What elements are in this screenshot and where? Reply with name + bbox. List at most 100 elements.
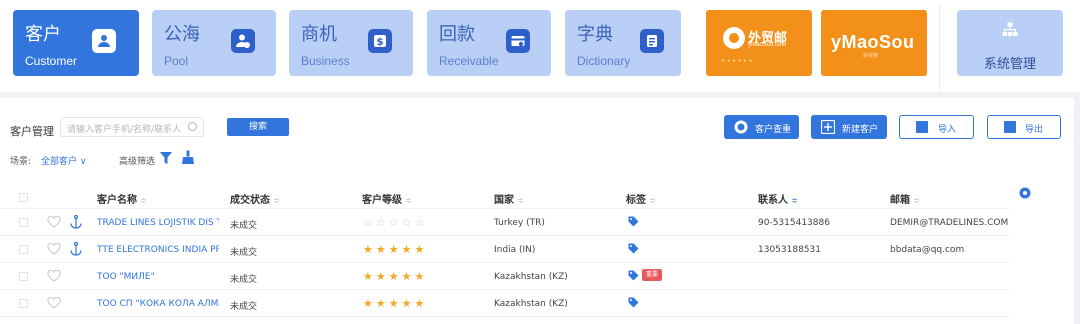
deal-status: 未成交 [230, 248, 258, 258]
customer-level-stars[interactable]: ☆☆☆☆☆ [363, 216, 427, 229]
deal-status: 未成交 [230, 275, 258, 285]
search-input[interactable]: 请输入客户手机/名称/联系人 [60, 117, 204, 137]
table-header: 客户名称 ≑ 成交状态 ≑ 客户等级 ≑ 国家 ≑ 标签 ≑ 联系人 ≑ 邮箱 ≑ [0, 183, 1010, 209]
favorite-heart-icon[interactable] [47, 297, 61, 309]
country: Kazakhstan (KZ) [494, 272, 568, 282]
module-label-en: Customer [25, 54, 78, 68]
customer-level-stars[interactable]: ★★★★★ [363, 243, 427, 256]
sort-icon: ≑ [517, 196, 524, 205]
table-row[interactable]: TRADE LINES LOJISTIK DIS T... 未成交 ☆☆☆☆☆ Tur… [0, 209, 1010, 236]
customer-level-stars[interactable]: ★★★★★ [363, 297, 427, 310]
search-placeholder: 请输入客户手机/名称/联系人 [67, 125, 182, 135]
clear-filter-icon[interactable] [181, 150, 195, 165]
module-system-management[interactable]: 系统管理 [957, 10, 1063, 76]
brand-dots-decoration: •••••• [722, 58, 755, 65]
column-settings-gear-icon[interactable] [1019, 187, 1031, 199]
import-button[interactable]: 导入 [899, 115, 974, 139]
button-label: 新建客户 [842, 125, 879, 135]
divider [939, 4, 940, 90]
right-gutter [1074, 92, 1080, 324]
module-business[interactable]: 商机 Business $ [289, 10, 413, 76]
column-header-country[interactable]: 国家 ≑ [494, 191, 524, 206]
module-customer[interactable]: 客户 Customer [13, 10, 139, 76]
row-checkbox[interactable] [19, 245, 28, 254]
waimaoyou-brand-tile[interactable]: 外贸邮 yMaoSou.com •••••• [706, 10, 812, 76]
business-icon: $ [368, 29, 392, 53]
brand-title: yMaoSou [831, 32, 915, 52]
module-label-en: Pool [164, 54, 189, 68]
module-label-en: Business [301, 54, 350, 68]
waimaoyou-logo-icon [723, 27, 745, 49]
row-checkbox[interactable] [19, 218, 28, 227]
column-header-tag[interactable]: 标签 ≑ [626, 191, 656, 206]
button-label: 客户查重 [755, 125, 792, 135]
module-label-zh: 字典 [577, 24, 613, 45]
tag-icon[interactable] [628, 270, 639, 281]
column-header-level[interactable]: 客户等级 ≑ [362, 191, 412, 206]
module-label-en: Receivable [439, 54, 499, 68]
sort-icon: ≑ [791, 196, 798, 205]
email: bbdata@qq.com [890, 245, 965, 255]
sort-icon: ≑ [913, 196, 920, 205]
deal-status: 未成交 [230, 302, 258, 312]
page-title: 客户管理 [10, 125, 54, 138]
import-icon [916, 121, 928, 133]
table-row[interactable]: TTE ELECTRONICS INDIA PR... 未成交 ★★★★★ India… [0, 236, 1010, 263]
country: Turkey (TR) [494, 218, 545, 228]
anchor-icon[interactable] [70, 242, 82, 256]
favorite-heart-icon[interactable] [47, 243, 61, 255]
row-checkbox[interactable] [19, 299, 28, 308]
pool-icon [231, 29, 255, 53]
favorite-heart-icon[interactable] [47, 216, 61, 228]
new-customer-button[interactable]: 新建客户 [811, 115, 887, 139]
customer-level-stars[interactable]: ★★★★★ [363, 270, 427, 283]
select-all-checkbox[interactable] [19, 193, 28, 202]
customer-name-link[interactable]: TRADE LINES LOJISTIK DIS T... [97, 218, 219, 228]
advanced-filter-label: 高级筛选 [119, 157, 156, 167]
button-label: 导入 [938, 125, 957, 135]
column-header-contact[interactable]: 联系人 ≑ [758, 191, 798, 206]
sort-icon: ≑ [405, 196, 412, 205]
deal-status: 未成交 [230, 221, 258, 231]
module-pool[interactable]: 公海 Pool [152, 10, 276, 76]
tag-icon[interactable] [628, 243, 639, 254]
column-header-name[interactable]: 客户名称 ≑ [97, 191, 147, 206]
export-button[interactable]: 导出 [987, 115, 1061, 139]
customer-name-link[interactable]: TTE ELECTRONICS INDIA PR... [97, 245, 219, 255]
customer-name-link[interactable]: ТОО "МИЛЕ" [97, 272, 219, 282]
add-icon [821, 120, 835, 134]
anchor-icon[interactable] [70, 215, 82, 229]
tag-icon[interactable] [628, 297, 639, 308]
sort-icon: ≑ [140, 196, 147, 205]
column-header-status[interactable]: 成交状态 ≑ [230, 191, 280, 206]
table-row[interactable]: ТОО "МИЛЕ" 未成交 ★★★★★ Kazakhstan (KZ) 重要 [0, 263, 1010, 290]
receivable-icon [506, 29, 530, 53]
module-label-zh: 商机 [301, 24, 337, 45]
check-shield-icon [734, 120, 748, 134]
search-button[interactable]: 搜索 [227, 118, 289, 136]
module-dictionary[interactable]: 字典 Dictionary [565, 10, 681, 76]
filter-icon[interactable] [159, 151, 173, 165]
scene-dropdown[interactable]: 全部客户 ∨ [41, 154, 86, 167]
export-icon [1004, 121, 1016, 133]
module-bar: 客户 Customer 公海 Pool 商机 Business $ 回款 Rec… [0, 0, 1080, 92]
country: India (IN) [494, 245, 536, 255]
table-row[interactable]: ТОО СП "КОКА КОЛА АЛМА... 未成交 ★★★★★ Kazakhs… [0, 290, 1010, 317]
module-label-zh: 客户 [25, 24, 61, 45]
sort-icon: ≑ [649, 196, 656, 205]
duplicate-check-button[interactable]: 客户查重 [724, 115, 799, 139]
country: Kazakhstan (KZ) [494, 299, 568, 309]
email: DEMIR@TRADELINES.COM.TR [890, 218, 1008, 228]
tag-icon[interactable] [628, 216, 639, 227]
tag-badge: 重要 [642, 269, 663, 281]
module-receivable[interactable]: 回款 Receivable [427, 10, 551, 76]
customer-name-link[interactable]: ТОО СП "КОКА КОЛА АЛМА... [97, 299, 219, 309]
svg-text:$: $ [377, 37, 384, 48]
button-label: 导出 [1025, 125, 1044, 135]
ymaosou-brand-tile[interactable]: yMaoSou 外贸搜 [821, 10, 927, 76]
contact: 13053188531 [758, 245, 821, 255]
row-checkbox[interactable] [19, 272, 28, 281]
favorite-heart-icon[interactable] [47, 270, 61, 282]
column-header-email[interactable]: 邮箱 ≑ [890, 191, 920, 206]
customer-icon [92, 29, 116, 53]
